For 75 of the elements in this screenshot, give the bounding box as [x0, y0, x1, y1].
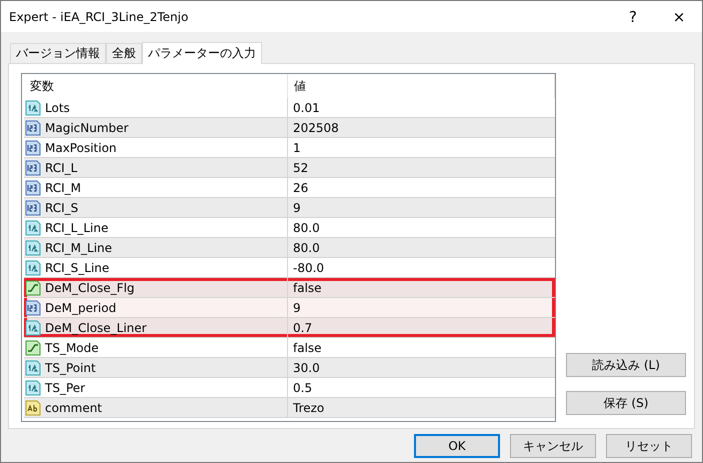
fraction-icon [25, 380, 41, 396]
dialog-button[interactable]: キャンセル [510, 434, 596, 458]
parameter-value: 0.5 [293, 380, 312, 394]
parameter-row[interactable]: TS_Point 30.0 [24, 358, 555, 378]
number-icon [25, 120, 41, 136]
parameter-value: 30.0 [293, 360, 320, 374]
parameter-row[interactable]: RCI_S_Line -80.0 [24, 258, 555, 278]
tab[interactable]: 全般 [106, 43, 142, 63]
tab[interactable]: バージョン情報 [10, 43, 106, 63]
number-icon [25, 180, 41, 196]
parameter-row[interactable]: RCI_M_Line 80.0 [24, 238, 555, 258]
parameter-value: -80.0 [293, 260, 324, 274]
number-icon [25, 200, 41, 216]
parameter-value: 26 [293, 180, 308, 194]
parameter-name: MagicNumber [45, 120, 128, 134]
save-button[interactable]: 保存 (S) [566, 391, 686, 415]
parameter-value: false [293, 340, 322, 354]
parameter-row[interactable]: MaxPosition 1 [24, 138, 555, 158]
parameter-value: 52 [293, 160, 308, 174]
parameter-name: RCI_S_Line [45, 260, 110, 274]
parameter-name: Lots [45, 100, 70, 114]
fraction-icon [25, 220, 41, 236]
fraction-icon [25, 240, 41, 256]
load-button[interactable]: 読み込み (L) [566, 353, 686, 377]
parameter-row[interactable]: DeM_Close_Flg false [24, 278, 555, 298]
parameter-name: RCI_S [45, 200, 78, 214]
parameter-name: DeM_Close_Flg [45, 280, 135, 294]
parameter-row[interactable]: MagicNumber 202508 [24, 118, 555, 138]
parameter-row[interactable]: TS_Mode false [24, 338, 555, 358]
dialog-button[interactable]: OK [414, 434, 500, 458]
parameter-value: 0.01 [293, 100, 320, 114]
dialog-button[interactable]: リセット [606, 434, 692, 458]
parameter-name: TS_Mode [45, 340, 99, 354]
parameter-name: RCI_L [45, 160, 78, 174]
tab[interactable]: パラメーターの入力 [142, 42, 262, 64]
close-button[interactable]: × [656, 1, 702, 32]
parameter-row[interactable]: RCI_S 9 [24, 198, 555, 218]
parameter-name: DeM_period [45, 300, 116, 314]
parameter-row[interactable]: comment Trezo [24, 398, 555, 418]
fraction-icon [25, 360, 41, 376]
parameter-name: TS_Point [45, 360, 96, 374]
text-type-icon [25, 400, 41, 416]
parameter-name: TS_Per [45, 380, 86, 394]
parameter-name: RCI_L_Line [45, 220, 108, 234]
parameter-row[interactable]: TS_Per 0.5 [24, 378, 555, 398]
parameter-value: 202508 [293, 120, 339, 134]
parameter-row[interactable]: DeM_Close_Liner 0.7 [24, 318, 555, 338]
help-button[interactable]: ? [610, 1, 656, 32]
parameter-row[interactable]: Lots 0.01 [24, 98, 555, 118]
parameter-value: 80.0 [293, 220, 320, 234]
parameter-value: 1 [293, 140, 301, 154]
window-title: Expert - iEA_RCI_3Line_2Tenjo [9, 10, 190, 24]
parameter-name: RCI_M [45, 180, 82, 194]
toggle-icon [25, 340, 41, 356]
parameter-value: 80.0 [293, 240, 320, 254]
parameter-value: 0.7 [293, 320, 312, 334]
number-icon [25, 300, 41, 316]
parameter-name: RCI_M_Line [45, 240, 112, 254]
fraction-icon [25, 260, 41, 276]
parameter-name: comment [45, 400, 102, 414]
parameter-row[interactable]: RCI_M 26 [24, 178, 555, 198]
parameter-value: 9 [293, 200, 301, 214]
parameter-row[interactable]: RCI_L 52 [24, 158, 555, 178]
parameter-row[interactable]: DeM_period 9 [24, 298, 555, 318]
parameter-name: DeM_Close_Liner [45, 320, 147, 334]
parameter-value: 9 [293, 300, 301, 314]
parameter-row[interactable]: RCI_L_Line 80.0 [24, 218, 555, 238]
number-icon [25, 160, 41, 176]
parameter-value: false [293, 280, 322, 294]
toggle-icon [25, 280, 41, 296]
fraction-icon [25, 320, 41, 336]
parameter-name: MaxPosition [45, 140, 117, 154]
parameter-value: Trezo [293, 400, 324, 414]
number-icon [25, 140, 41, 156]
fraction-icon [25, 100, 41, 116]
